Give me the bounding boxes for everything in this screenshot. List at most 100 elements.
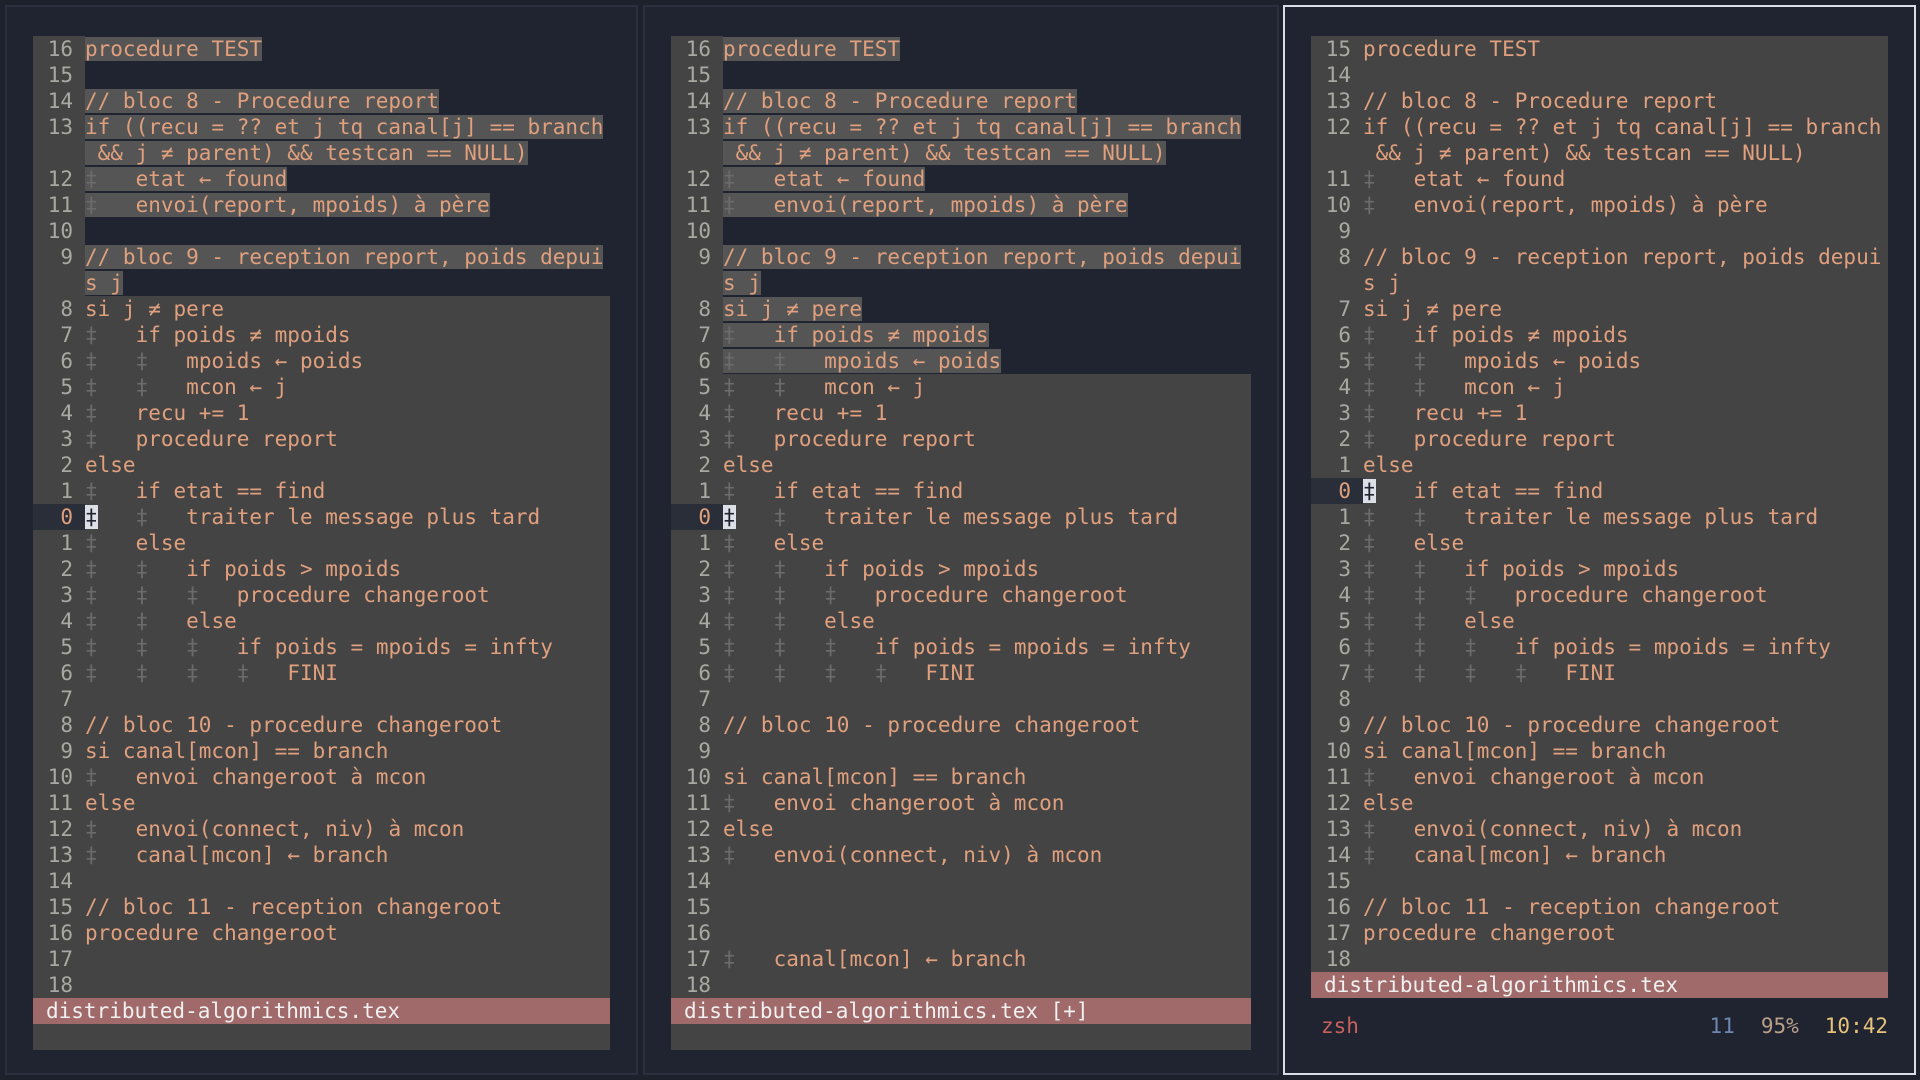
code-line[interactable]: 17 procedure changeroot <box>1311 920 1888 946</box>
code-line[interactable]: 16 procedure TEST <box>33 36 610 62</box>
code-line[interactable]: 3 ‡ procedure report <box>33 426 610 452</box>
code-line[interactable]: 1 ‡ if etat == find <box>671 478 1251 504</box>
code-line[interactable]: 8// bloc 10 - procedure changeroot <box>671 712 1251 738</box>
code-line[interactable]: 13 ‡ envoi(connect, niv) à mcon <box>1311 816 1888 842</box>
code-line[interactable]: 13 if ((recu = ?? et j tq canal[j] == bra… <box>33 114 610 140</box>
code-line[interactable]: 15 <box>671 62 1251 88</box>
code-line[interactable]: 5 ‡ ‡ ‡ if poids = mpoids = infty <box>671 634 1251 660</box>
code-line[interactable]: 18 <box>33 972 610 998</box>
code-line[interactable]: 11 ‡ etat ← found <box>1311 166 1888 192</box>
code-line[interactable]: 7 ‡ if poids ≠ mpoids <box>671 322 1251 348</box>
code-line[interactable]: 9// bloc 9 - reception report, poids dep… <box>671 244 1251 270</box>
code-line[interactable]: 9// bloc 9 - reception report, poids dep… <box>33 244 610 270</box>
code-line[interactable]: 16 procedure TEST <box>671 36 1251 62</box>
vim-command-line[interactable] <box>671 1024 1251 1050</box>
editor-middle[interactable]: 16 procedure TEST 15 14// bloc 8 - Procedur… <box>671 36 1251 1050</box>
code-line[interactable]: 0 ‡ ‡ traiter le message plus tard <box>33 504 610 530</box>
code-line[interactable]: 12 ‡ etat ← found <box>33 166 610 192</box>
code-line[interactable]: 15 <box>671 894 1251 920</box>
code-line[interactable]: 3 ‡ recu += 1 <box>1311 400 1888 426</box>
code-line[interactable]: 15 <box>1311 868 1888 894</box>
code-line[interactable]: 16// bloc 11 - reception changeroot <box>1311 894 1888 920</box>
tmux-session-name[interactable]: zsh <box>1321 1006 1359 1046</box>
code-line[interactable]: 10 ‡ envoi(report, mpoids) à père <box>1311 192 1888 218</box>
pane-left[interactable]: 16 procedure TEST 15 14// bloc 8 - Procedur… <box>5 5 638 1075</box>
code-line[interactable]: 4 ‡ ‡ else <box>671 608 1251 634</box>
code-line[interactable]: 10 <box>33 218 610 244</box>
code-line[interactable]: 8// bloc 10 - procedure changeroot <box>33 712 610 738</box>
code-line[interactable]: 10 <box>671 218 1251 244</box>
code-line[interactable]: 2 ‡ ‡ if poids > mpoids <box>33 556 610 582</box>
code-line[interactable]: 0 ‡ if etat == find <box>1311 478 1888 504</box>
code-line[interactable]: 18 <box>671 972 1251 998</box>
code-line[interactable]: 12 if ((recu = ?? et j tq canal[j] == bra… <box>1311 114 1888 140</box>
code-line[interactable]: 1 ‡ else <box>33 530 610 556</box>
code-line[interactable]: 10 ‡ envoi changeroot à mcon <box>33 764 610 790</box>
code-line[interactable]: 16 <box>671 920 1251 946</box>
code-line[interactable]: 6 ‡ if poids ≠ mpoids <box>1311 322 1888 348</box>
code-line[interactable]: 15 procedure TEST <box>1311 36 1888 62</box>
code-line[interactable]: 8 <box>1311 686 1888 712</box>
code-line[interactable]: 18 <box>1311 946 1888 972</box>
code-line[interactable]: 1 ‡ if etat == find <box>33 478 610 504</box>
code-line[interactable]: 4 ‡ ‡ else <box>33 608 610 634</box>
code-line[interactable]: && j ≠ parent) && testcan == NULL) <box>671 140 1251 166</box>
code-line[interactable]: 4 ‡ ‡ ‡ procedure changeroot <box>1311 582 1888 608</box>
code-line[interactable]: 5 ‡ ‡ mcon ← j <box>33 374 610 400</box>
code-line[interactable]: 1 ‡ ‡ traiter le message plus tard <box>1311 504 1888 530</box>
code-line[interactable]: 7 si j ≠ pere <box>1311 296 1888 322</box>
code-line[interactable]: 14 <box>33 868 610 894</box>
code-line[interactable]: 4 ‡ ‡ mcon ← j <box>1311 374 1888 400</box>
code-line[interactable]: 8 si j ≠ pere <box>33 296 610 322</box>
code-line[interactable]: 7 <box>33 686 610 712</box>
code-line[interactable]: 5 ‡ ‡ ‡ if poids = mpoids = infty <box>33 634 610 660</box>
code-line[interactable]: 2 else <box>33 452 610 478</box>
code-line[interactable]: 2 ‡ else <box>1311 530 1888 556</box>
code-line[interactable]: 1 ‡ else <box>671 530 1251 556</box>
code-line[interactable]: 14// bloc 8 - Procedure report <box>33 88 610 114</box>
code-line[interactable]: 13// bloc 8 - Procedure report <box>1311 88 1888 114</box>
code-line[interactable]: s j <box>671 270 1251 296</box>
code-line[interactable]: 10 si canal[mcon] == branch <box>671 764 1251 790</box>
code-line[interactable]: 12 ‡ envoi(connect, niv) à mcon <box>33 816 610 842</box>
code-line[interactable]: 17 ‡ canal[mcon] ← branch <box>671 946 1251 972</box>
code-line[interactable]: 1 else <box>1311 452 1888 478</box>
code-line[interactable]: 5 ‡ ‡ mcon ← j <box>671 374 1251 400</box>
code-line[interactable]: 7 ‡ ‡ ‡ ‡ FINI <box>1311 660 1888 686</box>
code-line[interactable]: 0 ‡ ‡ traiter le message plus tard <box>671 504 1251 530</box>
code-line[interactable]: 9 <box>671 738 1251 764</box>
editor-left[interactable]: 16 procedure TEST 15 14// bloc 8 - Procedur… <box>33 36 610 1050</box>
code-line[interactable]: 11 else <box>33 790 610 816</box>
code-line[interactable]: 2 ‡ ‡ if poids > mpoids <box>671 556 1251 582</box>
code-line[interactable]: 10 si canal[mcon] == branch <box>1311 738 1888 764</box>
code-line[interactable]: 12 ‡ etat ← found <box>671 166 1251 192</box>
code-line[interactable]: 16 procedure changeroot <box>33 920 610 946</box>
code-line[interactable]: s j <box>33 270 610 296</box>
code-line[interactable]: 17 <box>33 946 610 972</box>
code-line[interactable]: 3 ‡ ‡ if poids > mpoids <box>1311 556 1888 582</box>
code-line[interactable]: 4 ‡ recu += 1 <box>33 400 610 426</box>
vim-command-line[interactable] <box>33 1024 610 1050</box>
code-line[interactable]: 11 ‡ envoi changeroot à mcon <box>1311 764 1888 790</box>
code-line[interactable]: 2 ‡ procedure report <box>1311 426 1888 452</box>
code-line[interactable]: 6 ‡ ‡ mpoids ← poids <box>671 348 1251 374</box>
code-line[interactable]: 15 <box>33 62 610 88</box>
code-line[interactable]: 14// bloc 8 - Procedure report <box>671 88 1251 114</box>
code-line[interactable]: 3 ‡ procedure report <box>671 426 1251 452</box>
code-line[interactable]: 12 else <box>1311 790 1888 816</box>
code-line[interactable]: 11 ‡ envoi(report, mpoids) à père <box>33 192 610 218</box>
code-line[interactable]: 14 <box>1311 62 1888 88</box>
code-line[interactable]: 14 ‡ canal[mcon] ← branch <box>1311 842 1888 868</box>
code-line[interactable]: 14 <box>671 868 1251 894</box>
code-line[interactable]: 11 ‡ envoi changeroot à mcon <box>671 790 1251 816</box>
code-line[interactable]: s j <box>1311 270 1888 296</box>
code-line[interactable]: 6 ‡ ‡ ‡ ‡ FINI <box>33 660 610 686</box>
code-line[interactable]: && j ≠ parent) && testcan == NULL) <box>1311 140 1888 166</box>
code-line[interactable]: 6 ‡ ‡ ‡ ‡ FINI <box>671 660 1251 686</box>
code-line[interactable]: 15// bloc 11 - reception changeroot <box>33 894 610 920</box>
code-line[interactable]: 8// bloc 9 - reception report, poids dep… <box>1311 244 1888 270</box>
code-line[interactable]: 3 ‡ ‡ ‡ procedure changeroot <box>671 582 1251 608</box>
code-line[interactable]: && j ≠ parent) && testcan == NULL) <box>33 140 610 166</box>
code-line[interactable]: 6 ‡ ‡ mpoids ← poids <box>33 348 610 374</box>
code-line[interactable]: 13 ‡ canal[mcon] ← branch <box>33 842 610 868</box>
